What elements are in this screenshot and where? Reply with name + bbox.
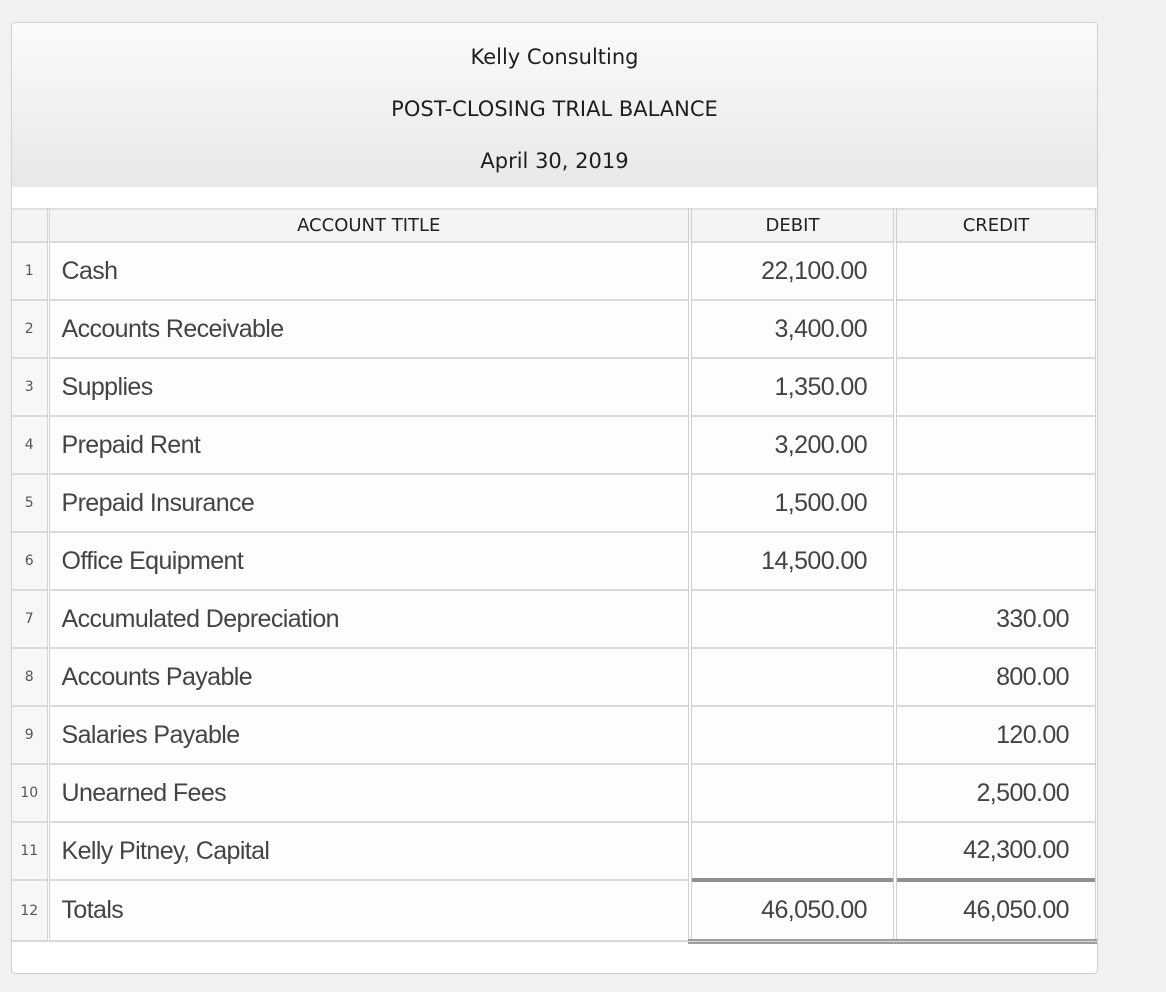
- credit-input[interactable]: 2,500.00: [895, 764, 1097, 823]
- debit-input[interactable]: [690, 764, 897, 823]
- account-title-input[interactable]: Prepaid Rent: [48, 416, 692, 475]
- totals-row: 12 Totals 46,050.00 46,050.00: [12, 878, 1097, 944]
- total-credit-input[interactable]: 46,050.00: [895, 878, 1097, 944]
- footer-divider: [12, 941, 1097, 942]
- row-number-header: [12, 208, 50, 243]
- debit-input[interactable]: [690, 706, 897, 765]
- row-number: 3: [12, 358, 50, 417]
- credit-input[interactable]: 42,300.00: [895, 822, 1097, 881]
- account-title-input[interactable]: Cash: [48, 242, 692, 301]
- row-number: 8: [12, 648, 50, 707]
- row-number: 10: [12, 764, 50, 823]
- table-row: 8 Accounts Payable 800.00: [12, 648, 1097, 707]
- table-row: 1 Cash 22,100.00: [12, 242, 1097, 301]
- row-number: 5: [12, 474, 50, 533]
- table-body: 1 Cash 22,100.00 2 Accounts Receivable 3…: [12, 242, 1097, 944]
- debit-input[interactable]: 14,500.00: [690, 532, 897, 591]
- credit-input[interactable]: 330.00: [895, 590, 1097, 649]
- row-number: 4: [12, 416, 50, 475]
- total-debit-input[interactable]: 46,050.00: [690, 878, 897, 944]
- debit-input[interactable]: 1,500.00: [690, 474, 897, 533]
- credit-input[interactable]: [895, 300, 1097, 359]
- row-number: 12: [12, 880, 50, 942]
- debit-input[interactable]: [690, 648, 897, 707]
- trial-balance-table: ACCOUNT TITLE DEBIT CREDIT 1 Cash 22,100…: [12, 208, 1097, 944]
- account-title-input[interactable]: Office Equipment: [48, 532, 692, 591]
- table-row: 9 Salaries Payable 120.00: [12, 706, 1097, 765]
- row-number: 2: [12, 300, 50, 359]
- account-title-header: ACCOUNT TITLE: [48, 208, 692, 243]
- credit-input[interactable]: [895, 532, 1097, 591]
- column-header-row: ACCOUNT TITLE DEBIT CREDIT: [12, 208, 1097, 243]
- account-title-input[interactable]: Unearned Fees: [48, 764, 692, 823]
- header-spacer: [12, 187, 1097, 209]
- row-number: 6: [12, 532, 50, 591]
- credit-input[interactable]: [895, 416, 1097, 475]
- account-title-input[interactable]: Accounts Receivable: [48, 300, 692, 359]
- report-date: April 30, 2019: [480, 149, 629, 173]
- debit-input[interactable]: 1,350.00: [690, 358, 897, 417]
- debit-input[interactable]: 3,400.00: [690, 300, 897, 359]
- table-row: 2 Accounts Receivable 3,400.00: [12, 300, 1097, 359]
- account-title-input[interactable]: Kelly Pitney, Capital: [48, 822, 692, 881]
- table-row: 5 Prepaid Insurance 1,500.00: [12, 474, 1097, 533]
- table-row: 10 Unearned Fees 2,500.00: [12, 764, 1097, 823]
- debit-input[interactable]: [690, 822, 897, 881]
- debit-input[interactable]: 3,200.00: [690, 416, 897, 475]
- row-number: 7: [12, 590, 50, 649]
- debit-header: DEBIT: [690, 208, 897, 243]
- credit-input[interactable]: [895, 474, 1097, 533]
- account-title-input[interactable]: Accumulated Depreciation: [48, 590, 692, 649]
- account-title-input[interactable]: Salaries Payable: [48, 706, 692, 765]
- report-title: POST-CLOSING TRIAL BALANCE: [391, 97, 718, 121]
- table-row: 11 Kelly Pitney, Capital 42,300.00: [12, 822, 1097, 881]
- debit-input[interactable]: 22,100.00: [690, 242, 897, 301]
- credit-input[interactable]: [895, 358, 1097, 417]
- report-header: Kelly Consulting POST-CLOSING TRIAL BALA…: [12, 23, 1097, 188]
- credit-header: CREDIT: [895, 208, 1097, 243]
- account-title-input[interactable]: Supplies: [48, 358, 692, 417]
- credit-input[interactable]: [895, 242, 1097, 301]
- trial-balance-panel: Kelly Consulting POST-CLOSING TRIAL BALA…: [11, 22, 1098, 974]
- row-number: 9: [12, 706, 50, 765]
- table-row: 3 Supplies 1,350.00: [12, 358, 1097, 417]
- account-title-input[interactable]: Prepaid Insurance: [48, 474, 692, 533]
- credit-input[interactable]: 800.00: [895, 648, 1097, 707]
- debit-input[interactable]: [690, 590, 897, 649]
- row-number: 11: [12, 822, 50, 881]
- table-row: 7 Accumulated Depreciation 330.00: [12, 590, 1097, 649]
- table-row: 6 Office Equipment 14,500.00: [12, 532, 1097, 591]
- row-number: 1: [12, 242, 50, 301]
- table-row: 4 Prepaid Rent 3,200.00: [12, 416, 1097, 475]
- account-title-input[interactable]: Accounts Payable: [48, 648, 692, 707]
- totals-label-input[interactable]: Totals: [48, 880, 692, 942]
- company-name: Kelly Consulting: [470, 45, 639, 69]
- credit-input[interactable]: 120.00: [895, 706, 1097, 765]
